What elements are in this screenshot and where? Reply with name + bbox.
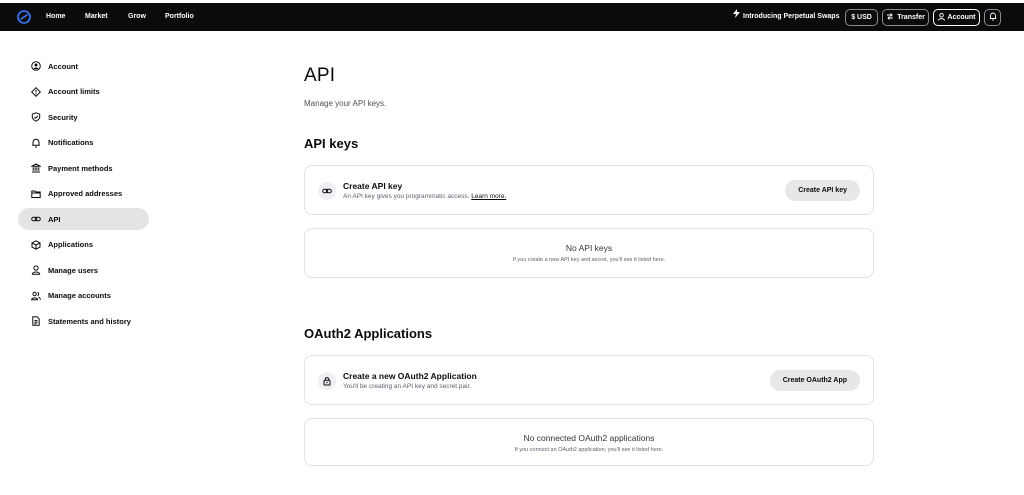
create-api-key-card: Create API key An API key gives you prog… — [304, 165, 874, 215]
api-keys-empty-state: No API keys If you create a new API key … — [304, 228, 874, 278]
shield-icon — [31, 112, 41, 122]
sidebar-item-security[interactable]: Security — [18, 106, 149, 128]
top-nav-bar: Home Market Grow Portfolio Introducing P… — [0, 3, 1024, 31]
create-oauth2-description: You'll be creating an API key and secret… — [343, 383, 472, 390]
link-icon — [31, 214, 41, 224]
sidebar-item-statements[interactable]: Statements and history — [18, 310, 149, 332]
sidebar-item-label: Payment methods — [48, 163, 113, 173]
transfer-button[interactable]: Transfer — [882, 9, 929, 26]
create-oauth2-title: Create a new OAuth2 Application — [343, 371, 477, 381]
sidebar-item-api[interactable]: API — [18, 208, 149, 230]
nav-home-link[interactable]: Home — [46, 3, 65, 31]
promo-label: Introducing Perpetual Swaps — [743, 13, 840, 20]
sidebar-item-label: Applications — [48, 240, 94, 249]
sidebar-item-label: Security — [48, 112, 78, 122]
sidebar-item-label: API — [48, 214, 61, 224]
sidebar-item-manage-accounts[interactable]: Manage accounts — [18, 285, 149, 307]
logo-icon[interactable] — [17, 10, 31, 24]
folder-icon — [31, 189, 41, 199]
bell-icon — [31, 138, 41, 148]
sidebar-item-account[interactable]: Account — [18, 55, 149, 77]
oauth2-empty-state: No connected OAuth2 applications If you … — [304, 418, 874, 466]
api-keys-heading: API keys — [304, 136, 359, 151]
limits-icon — [31, 86, 41, 97]
nav-market-link[interactable]: Market — [85, 3, 108, 31]
sidebar-item-notifications[interactable]: Notifications — [18, 132, 149, 154]
create-oauth2-card: Create a new OAuth2 Application You'll b… — [304, 355, 874, 405]
lock-icon — [318, 372, 336, 390]
account-label: Account — [947, 14, 976, 21]
sidebar-item-label: Manage users — [48, 265, 99, 275]
sidebar-item-manage-users[interactable]: Manage users — [18, 259, 149, 281]
user-icon — [937, 12, 945, 23]
oauth2-heading: OAuth2 Applications — [304, 326, 433, 341]
no-api-keys-title: No API keys — [565, 243, 613, 253]
perpetual-swaps-promo[interactable]: Introducing Perpetual Swaps — [733, 3, 839, 31]
link-icon — [318, 182, 336, 200]
notifications-button[interactable] — [984, 9, 1001, 26]
create-api-key-title: Create API key — [343, 181, 403, 191]
document-icon — [31, 316, 41, 326]
page-subtitle: Manage your API keys. — [304, 99, 387, 108]
create-api-key-desc-text: An API key gives you programmatic access… — [343, 193, 470, 200]
sidebar-item-label: Notifications — [48, 138, 94, 147]
no-oauth2-apps-description: If you connect an OAuth2 application, yo… — [514, 447, 664, 453]
settings-sidebar: Account Account limits Security Notifica… — [18, 55, 149, 336]
sidebar-item-payment-methods[interactable]: Payment methods — [18, 157, 149, 179]
bank-icon — [31, 163, 41, 173]
transfer-arrows-icon — [886, 13, 894, 22]
sidebar-item-label: Manage accounts — [48, 291, 111, 300]
users-icon — [31, 291, 41, 301]
sidebar-item-label: Account limits — [48, 87, 100, 96]
nav-portfolio-link[interactable]: Portfolio — [165, 3, 194, 31]
create-oauth2-app-button[interactable]: Create OAuth2 App — [769, 370, 860, 391]
sidebar-item-applications[interactable]: Applications — [18, 234, 149, 256]
create-api-key-description: An API key gives you programmatic access… — [343, 193, 506, 200]
currency-label: $ USD — [851, 14, 872, 21]
sidebar-item-label: Account — [48, 61, 78, 71]
sidebar-item-account-limits[interactable]: Account limits — [18, 81, 149, 103]
cube-icon — [31, 239, 41, 250]
currency-button[interactable]: $ USD — [845, 9, 878, 26]
lightning-icon — [733, 3, 740, 31]
create-api-key-button[interactable]: Create API key — [785, 180, 860, 201]
account-circle-icon — [31, 61, 41, 71]
page-title: API — [304, 65, 336, 86]
sidebar-item-label: Approved addresses — [48, 189, 123, 198]
account-button[interactable]: Account — [933, 9, 980, 26]
transfer-label: Transfer — [897, 14, 925, 21]
sidebar-item-approved-addresses[interactable]: Approved addresses — [18, 183, 149, 205]
user-icon — [31, 265, 41, 275]
nav-grow-link[interactable]: Grow — [128, 3, 146, 31]
learn-more-link[interactable]: Learn more. — [471, 193, 506, 200]
no-oauth2-apps-title: No connected OAuth2 applications — [523, 433, 655, 443]
sidebar-item-label: Statements and history — [48, 316, 131, 326]
bell-icon — [989, 12, 997, 23]
no-api-keys-description: If you create a new API key and secret, … — [512, 257, 666, 263]
